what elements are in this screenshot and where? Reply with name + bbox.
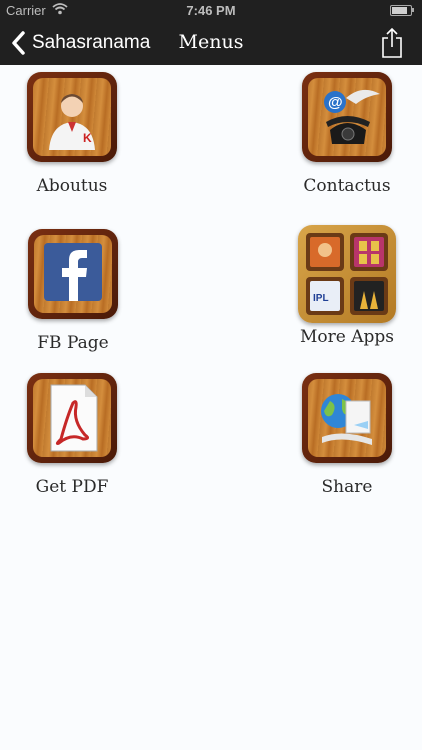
menu-item-label: Share bbox=[321, 477, 373, 497]
status-bar: Carrier 7:46 PM bbox=[0, 0, 422, 22]
menu-item-label: Contactus bbox=[303, 176, 391, 196]
menu-item-label: More Apps bbox=[300, 327, 394, 347]
telephone-icon: @ bbox=[302, 72, 392, 162]
menu-item-fb-page[interactable]: FB Page bbox=[3, 229, 143, 353]
share-icon[interactable] bbox=[380, 27, 404, 59]
menu-item-share[interactable]: Share bbox=[277, 373, 417, 497]
menu-item-label: FB Page bbox=[37, 333, 109, 353]
menu-item-get-pdf[interactable]: Get PDF bbox=[2, 373, 142, 497]
svg-text:@: @ bbox=[328, 94, 343, 111]
globe-share-icon bbox=[302, 373, 392, 463]
person-icon: K bbox=[27, 72, 117, 162]
battery-icon bbox=[390, 5, 414, 16]
svg-text:K: K bbox=[83, 131, 92, 145]
pdf-icon bbox=[27, 373, 117, 463]
facebook-icon bbox=[28, 229, 118, 319]
status-time: 7:46 PM bbox=[186, 3, 236, 18]
navigation-bar: Carrier 7:46 PM Sahasranama Menus bbox=[0, 0, 422, 65]
page-title: Menus bbox=[178, 31, 244, 53]
menu-item-more-apps[interactable]: IPL More Apps bbox=[277, 225, 417, 347]
menu-item-contactus[interactable]: @ Contactus bbox=[277, 72, 417, 196]
svg-text:IPL: IPL bbox=[313, 293, 329, 304]
menu-item-label: Get PDF bbox=[35, 477, 109, 497]
apps-grid-icon: IPL bbox=[298, 225, 396, 323]
menu-item-label: Aboutus bbox=[36, 176, 108, 196]
menu-item-aboutus[interactable]: K Aboutus bbox=[2, 72, 142, 196]
